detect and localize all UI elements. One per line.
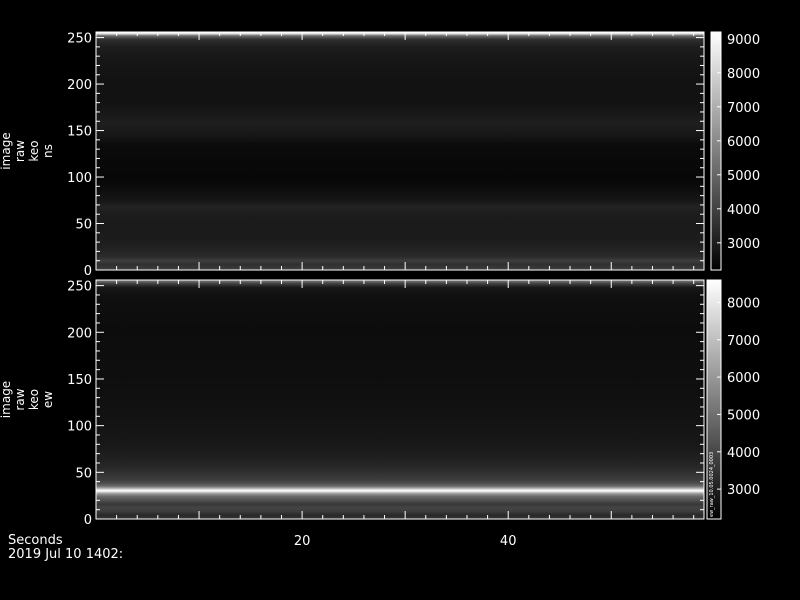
timestamp-label: 2019 Jul 10 1402: [8, 547, 123, 562]
y-tick-label: 150 [67, 125, 92, 140]
keogram-figure: 050100150200250image raw keo ns300040005000… [0, 31, 760, 562]
panel-label-word: keo [27, 389, 41, 410]
colorbar-tick-label: 5000 [727, 169, 760, 184]
y-tick-label: 100 [67, 420, 92, 435]
colorbar-note: ew_raw_10.05.0024_0003 [709, 452, 715, 517]
panel-label-word: image [0, 132, 13, 169]
colorbar-tick-label: 9000 [727, 33, 760, 48]
panel-label-word: raw [13, 140, 27, 162]
x-axis-label: Seconds [8, 533, 63, 548]
y-tick-label: 0 [84, 264, 92, 279]
colorbar-tick-label: 7000 [727, 101, 760, 116]
y-tick-label: 250 [67, 32, 92, 47]
panel-2: 0 50 100 150 200 250 20 40 image raw keo ew 3000 4000… [0, 279, 760, 549]
y-tick-label: 150 [67, 373, 92, 388]
panel-label-word: ew [41, 391, 55, 408]
colorbar-tick-label: 4000 [727, 203, 760, 218]
y-tick-label: 100 [67, 171, 92, 186]
colorbar-tick-label: 7000 [727, 334, 760, 349]
panel-label-word: image [0, 381, 13, 418]
colorbar-tick-label: 8000 [727, 296, 760, 311]
y-tick-label: 50 [75, 218, 92, 233]
y-tick-label: 200 [67, 326, 92, 341]
colorbar-tick-label: 6000 [727, 371, 760, 386]
panel-1: 0 50 100 150 200 250 image raw keo ns 3000 4000 5000… [0, 31, 760, 279]
colorbar [710, 31, 722, 271]
colorbar-tick-label: 3000 [727, 483, 760, 498]
panel-label-word: keo [27, 140, 41, 161]
colorbar-tick-label: 4000 [727, 446, 760, 461]
y-tick-label: 200 [67, 78, 92, 93]
colorbar-tick-label: 3000 [727, 237, 760, 252]
x-tick-label: 20 [294, 534, 311, 549]
colorbar-tick-label: 5000 [727, 408, 760, 423]
panel-label-word: ns [41, 144, 55, 158]
keogram-image [96, 32, 704, 270]
panel-label-word: raw [13, 388, 27, 410]
keogram-image [96, 280, 704, 519]
colorbar-tick-label: 6000 [727, 135, 760, 150]
y-tick-label: 0 [84, 513, 92, 528]
colorbar-tick-label: 8000 [727, 67, 760, 82]
x-tick-label: 40 [500, 534, 517, 549]
y-tick-label: 50 [75, 466, 92, 481]
y-tick-label: 250 [67, 280, 92, 295]
